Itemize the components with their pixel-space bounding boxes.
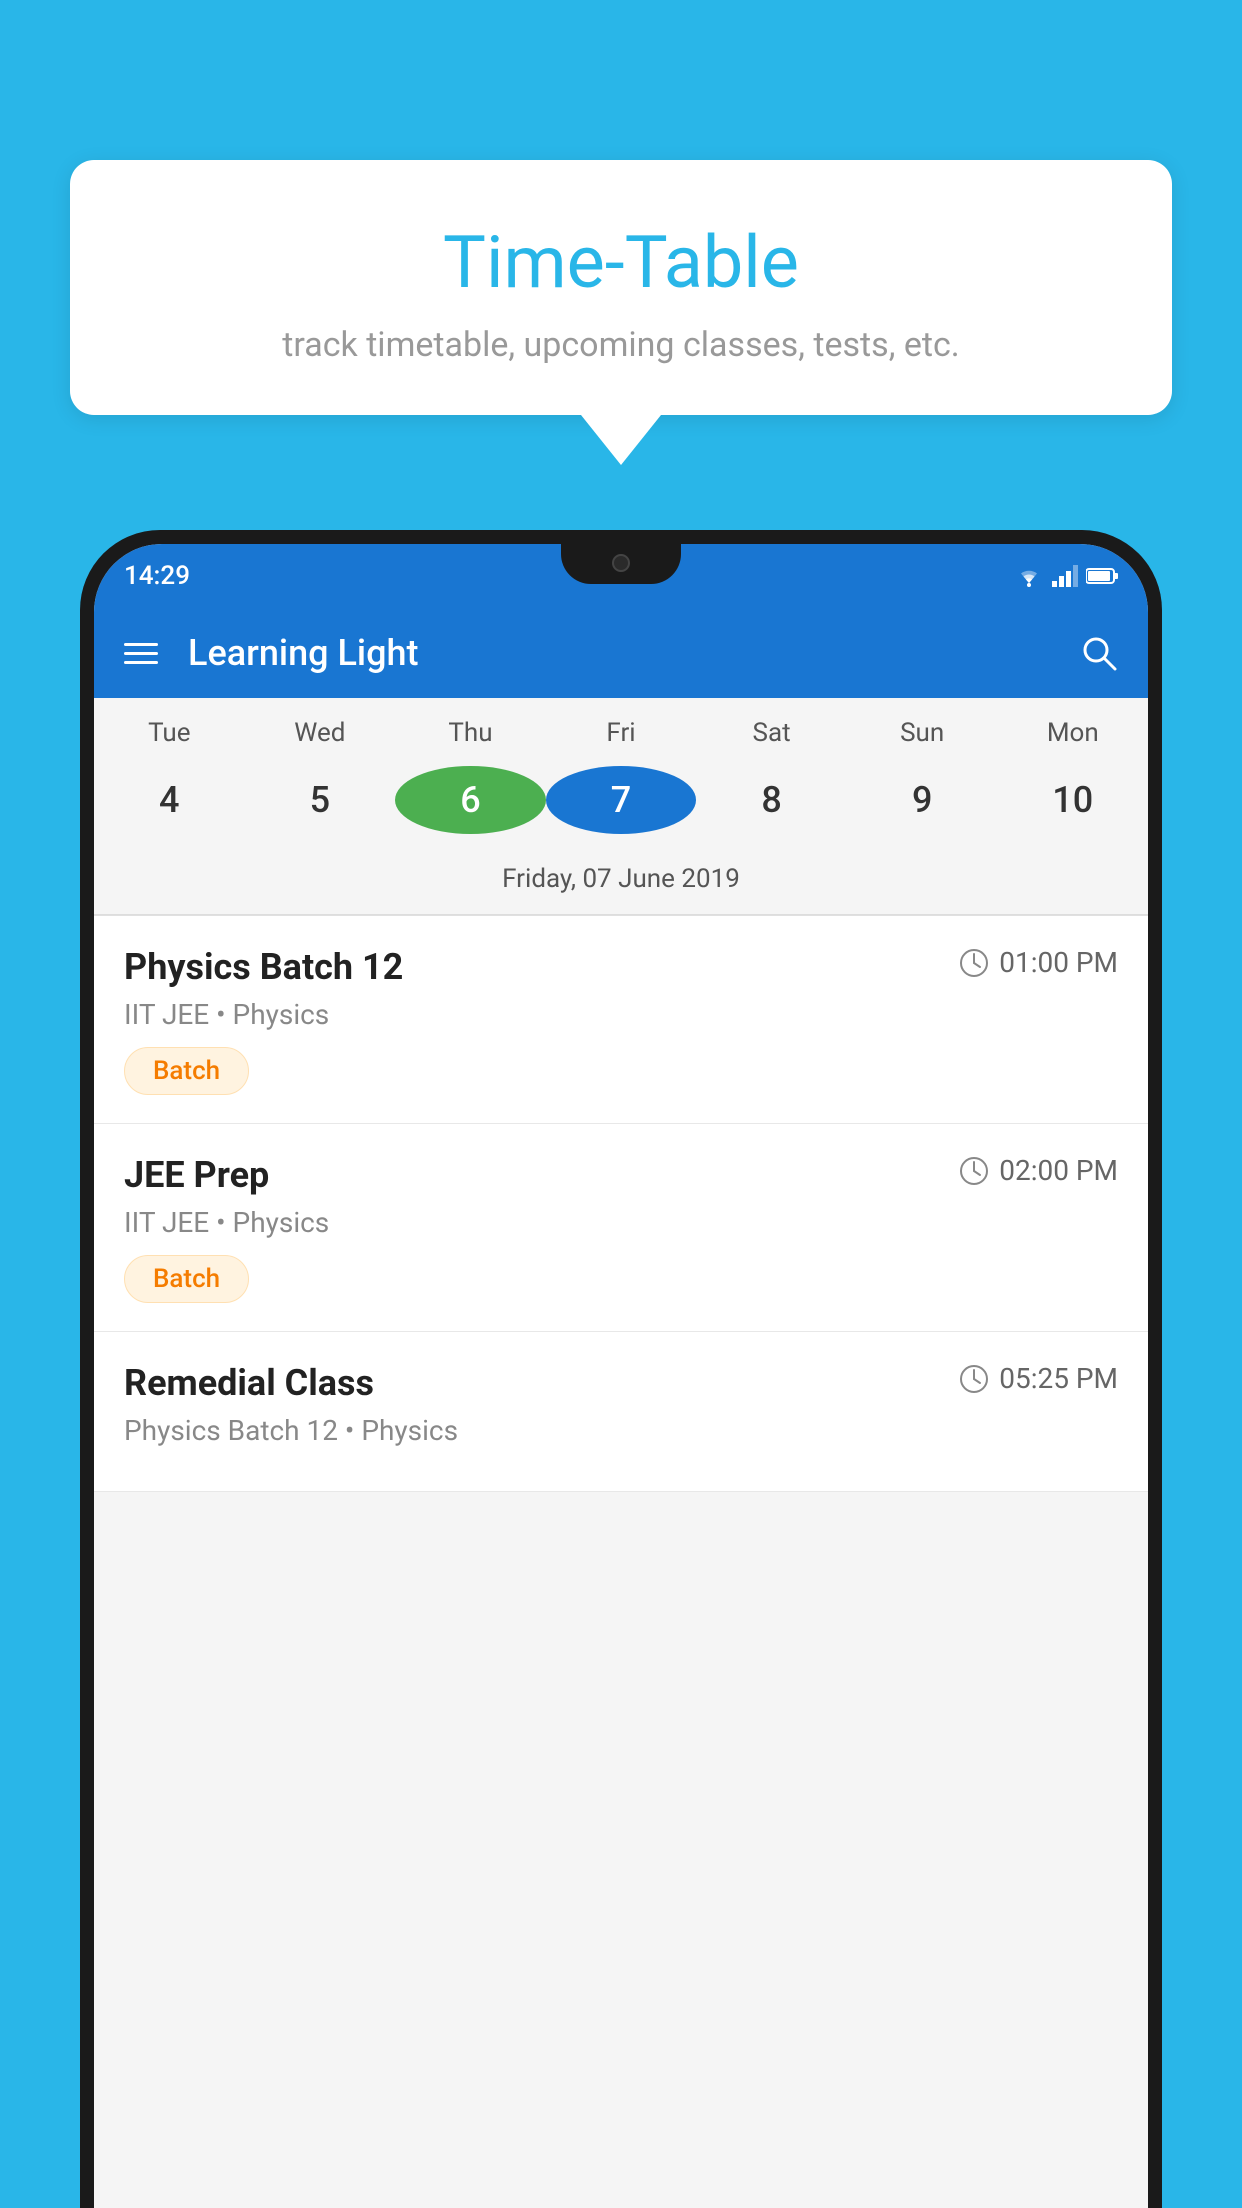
notch — [561, 544, 681, 584]
phone-screen: 14:29 — [94, 544, 1148, 2208]
day-name-sat: Sat — [696, 718, 847, 748]
battery-icon — [1086, 567, 1118, 585]
event-title-1: Physics Batch 12 — [124, 946, 403, 988]
day-4[interactable]: 4 — [94, 766, 245, 834]
event-title-3: Remedial Class — [124, 1362, 374, 1404]
day-name-tue: Tue — [94, 718, 245, 748]
day-5[interactable]: 5 — [245, 766, 396, 834]
event-header-3: Remedial Class 05:25 PM — [124, 1362, 1118, 1404]
day-8[interactable]: 8 — [696, 766, 847, 834]
hamburger-menu-button[interactable] — [124, 643, 158, 664]
app-feature-title: Time-Table — [110, 220, 1132, 305]
status-time: 14:29 — [124, 561, 190, 591]
day-names-row: Tue Wed Thu Fri Sat Sun Mon — [94, 698, 1148, 758]
event-time-1: 01:00 PM — [959, 946, 1118, 979]
event-header-2: JEE Prep 02:00 PM — [124, 1154, 1118, 1196]
event-title-2: JEE Prep — [124, 1154, 269, 1196]
event-subtitle-3: Physics Batch 12 • Physics — [124, 1414, 1118, 1447]
app-title: Learning Light — [188, 632, 1050, 674]
batch-badge-1: Batch — [124, 1047, 249, 1095]
day-9[interactable]: 9 — [847, 766, 998, 834]
day-name-wed: Wed — [245, 718, 396, 748]
event-subtitle-1: IIT JEE • Physics — [124, 998, 1118, 1031]
day-numbers-row: 4 5 6 7 8 9 10 — [94, 758, 1148, 854]
signal-icon — [1052, 565, 1078, 587]
day-6-today[interactable]: 6 — [395, 766, 546, 834]
event-time-2: 02:00 PM — [959, 1154, 1118, 1187]
selected-date-label: Friday, 07 June 2019 — [94, 854, 1148, 915]
day-name-sun: Sun — [847, 718, 998, 748]
event-card-2[interactable]: JEE Prep 02:00 PM IIT JEE • Physics Batc… — [94, 1124, 1148, 1332]
speech-bubble-arrow — [581, 415, 661, 465]
speech-bubble-container: Time-Table track timetable, upcoming cla… — [70, 160, 1172, 465]
event-card-1[interactable]: Physics Batch 12 01:00 PM IIT JEE • Phys… — [94, 916, 1148, 1124]
phone-frame: 14:29 — [80, 530, 1162, 2208]
event-time-3: 05:25 PM — [959, 1362, 1118, 1395]
status-bar: 14:29 — [94, 544, 1148, 608]
clock-icon-3 — [959, 1364, 989, 1394]
batch-badge-2: Batch — [124, 1255, 249, 1303]
search-icon[interactable] — [1080, 634, 1118, 672]
day-name-fri: Fri — [546, 718, 697, 748]
event-card-3[interactable]: Remedial Class 05:25 PM Physics Batch 12… — [94, 1332, 1148, 1492]
event-time-text-2: 02:00 PM — [999, 1154, 1118, 1187]
wifi-icon — [1014, 565, 1044, 587]
day-name-mon: Mon — [997, 718, 1148, 748]
event-time-text-1: 01:00 PM — [999, 946, 1118, 979]
clock-icon-1 — [959, 948, 989, 978]
app-bar: Learning Light — [94, 608, 1148, 698]
status-icons — [1014, 565, 1118, 587]
event-time-text-3: 05:25 PM — [999, 1362, 1118, 1395]
day-7-selected[interactable]: 7 — [546, 766, 697, 834]
events-list: Physics Batch 12 01:00 PM IIT JEE • Phys… — [94, 916, 1148, 1492]
app-feature-subtitle: track timetable, upcoming classes, tests… — [110, 325, 1132, 365]
speech-bubble: Time-Table track timetable, upcoming cla… — [70, 160, 1172, 415]
event-header-1: Physics Batch 12 01:00 PM — [124, 946, 1118, 988]
day-10[interactable]: 10 — [997, 766, 1148, 834]
camera — [612, 554, 630, 572]
calendar-header: Tue Wed Thu Fri Sat Sun Mon 4 5 6 7 — [94, 698, 1148, 916]
clock-icon-2 — [959, 1156, 989, 1186]
day-name-thu: Thu — [395, 718, 546, 748]
event-subtitle-2: IIT JEE • Physics — [124, 1206, 1118, 1239]
